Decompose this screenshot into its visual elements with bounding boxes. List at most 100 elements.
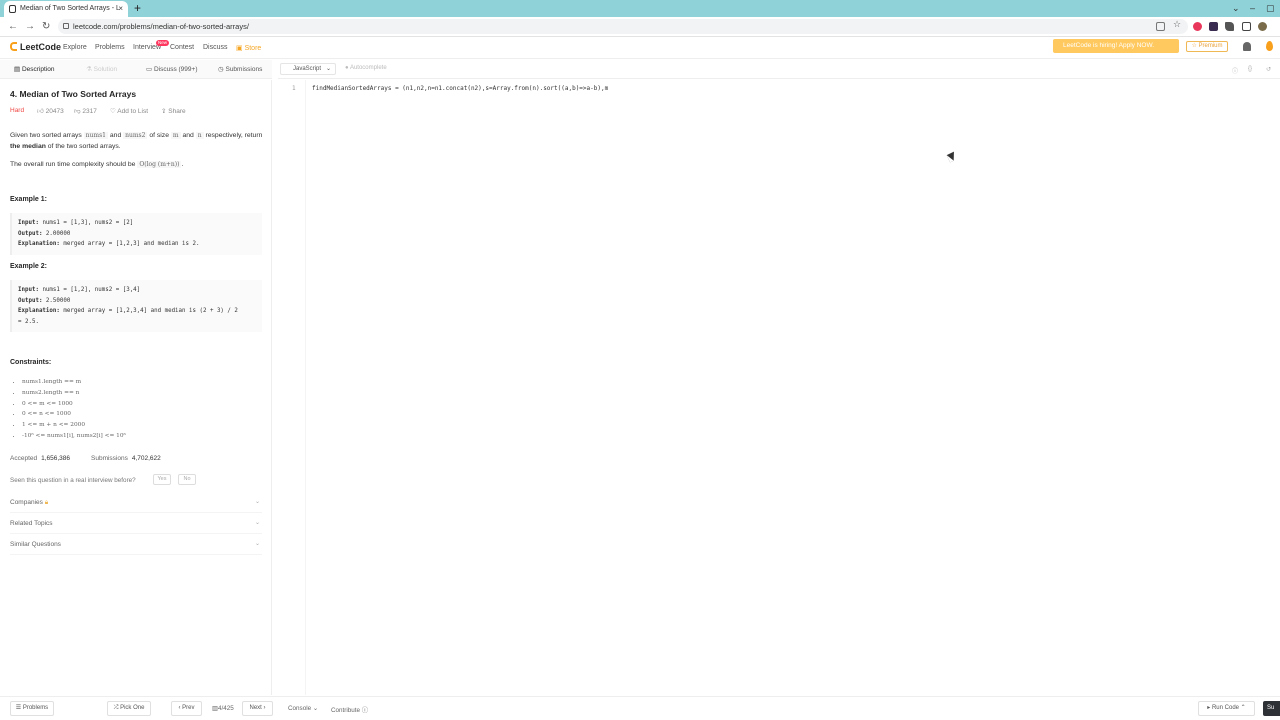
chevron-down-icon: ⌄: [254, 499, 260, 505]
prev-button[interactable]: ‹ Prev: [171, 701, 202, 716]
leetcode-logo-icon: [10, 42, 17, 51]
mouse-cursor-icon: [946, 151, 958, 163]
streak-flame-icon[interactable]: [1266, 41, 1273, 51]
new-tab-button[interactable]: +: [134, 0, 141, 17]
chevron-down-icon: ⌄: [325, 66, 331, 72]
extension-dark-icon[interactable]: [1209, 22, 1218, 31]
chevron-down-icon: ⌄: [311, 705, 319, 712]
back-arrow-icon[interactable]: ←: [8, 19, 18, 35]
tab-close-icon[interactable]: ×: [118, 1, 123, 17]
chevron-up-icon: ⌃: [1239, 705, 1246, 711]
problems-button[interactable]: ☰ Problems: [10, 701, 54, 716]
info-icon[interactable]: ⓘ: [1232, 66, 1238, 75]
extension-red-icon[interactable]: [1193, 22, 1202, 31]
constraints-heading: Constraints:: [10, 359, 52, 366]
tab-solution[interactable]: ⚗ Solution: [86, 65, 117, 73]
chevron-down-icon: ⌄: [254, 520, 260, 526]
nav-store[interactable]: ▣ Store: [236, 44, 261, 52]
nav-problems[interactable]: Problems: [95, 44, 125, 51]
line-number: 1: [292, 85, 296, 92]
autocomplete-toggle[interactable]: ● Autocomplete: [345, 65, 387, 71]
brackets-icon[interactable]: {}: [1248, 66, 1252, 72]
console-toggle[interactable]: Console ⌄: [288, 705, 318, 712]
browser-toolbar: ← → ↻ leetcode.com/problems/median-of-tw…: [0, 17, 1280, 37]
share-button[interactable]: ⇪ Share: [161, 107, 186, 115]
dislike-button[interactable]: 👎︎ 2317: [74, 107, 97, 115]
interview-question-prompt: Seen this question in a real interview b…: [10, 477, 136, 484]
premium-star-icon: ☆: [1191, 43, 1199, 49]
profile-avatar-icon[interactable]: [1258, 22, 1267, 31]
nav-discuss[interactable]: Discuss: [203, 44, 228, 51]
nav-contest[interactable]: Contest: [170, 44, 194, 51]
new-badge: New: [156, 40, 170, 46]
companies-accordion[interactable]: Companies 🔒︎ ⌄: [10, 492, 262, 513]
leetcode-navbar: LeetCode Explore Problems Interview New …: [0, 38, 1280, 59]
chevron-right-icon: ›: [261, 705, 266, 711]
lock-icon: [63, 23, 69, 29]
solution-icon: ⚗: [86, 66, 94, 73]
problem-description-panel: 4. Median of Two Sorted Arrays Hard 👍︎ 2…: [0, 80, 272, 695]
browser-tab[interactable]: Median of Two Sorted Arrays - L ×: [4, 1, 128, 17]
problem-statement: Given two sorted arrays nums1 and nums2 …: [10, 132, 263, 150]
premium-button[interactable]: ☆ Premium: [1186, 41, 1228, 52]
info-icon: ⓘ: [360, 707, 369, 714]
extensions-puzzle-icon[interactable]: [1225, 22, 1234, 31]
line-gutter: 1: [278, 80, 306, 695]
related-topics-accordion[interactable]: Related Topics ⌄: [10, 513, 262, 534]
leetcode-favicon-icon: [9, 5, 16, 13]
no-button[interactable]: No: [178, 474, 196, 485]
problem-title: 4. Median of Two Sorted Arrays: [10, 89, 137, 99]
browser-tab-title: Median of Two Sorted Arrays - L: [20, 5, 120, 12]
constraints-list: nums1.length == m nums2.length == n 0 <=…: [22, 377, 126, 442]
lock-icon: 🔒︎: [44, 499, 49, 506]
constraint-item: 1 <= m + n <= 2000: [22, 420, 126, 431]
tab-discuss[interactable]: ▭ Discuss (999+): [146, 65, 197, 73]
similar-questions-accordion[interactable]: Similar Questions ⌄: [10, 534, 262, 555]
example-1-box: Input: nums1 = [1,3], nums2 = [2] Output…: [10, 213, 262, 255]
code-line[interactable]: findMedianSortedArrays = (n1,n2,n=n1.con…: [312, 85, 608, 92]
bottom-bar: ☰ Problems ⤮ Pick One ‹ Prev ▥4/425 Next…: [0, 696, 1280, 720]
browser-tab-strip: Median of Two Sorted Arrays - L × + ⌄ – …: [0, 0, 1280, 17]
submissions-stat: Submissions 4,702,622: [91, 455, 161, 462]
problem-tabs: ▤ Description ⚗ Solution ▭ Discuss (999+…: [0, 60, 272, 79]
forward-arrow-icon[interactable]: →: [25, 19, 35, 35]
yes-button[interactable]: Yes: [153, 474, 171, 485]
tab-search-icon[interactable]: ⌄: [1232, 0, 1240, 17]
submit-button[interactable]: Su: [1263, 701, 1280, 716]
example-1-heading: Example 1:: [10, 196, 47, 203]
tab-description[interactable]: ▤ Description: [14, 65, 54, 73]
constraint-item: -10⁶ <= nums1[i], nums2[i] <= 10⁶: [22, 431, 126, 442]
hiring-banner-text: LeetCode is hiring! Apply NOW.: [1063, 42, 1155, 49]
list-icon: ☰: [15, 705, 23, 711]
like-button[interactable]: 👍︎ 20473: [37, 107, 64, 115]
example-2-heading: Example 2:: [10, 263, 47, 270]
tab-submissions[interactable]: ◷ Submissions: [218, 65, 262, 73]
next-button[interactable]: Next ›: [242, 701, 273, 716]
constraint-item: nums1.length == m: [22, 377, 126, 388]
maximize-button[interactable]: ▢: [1266, 0, 1275, 17]
accepted-stat: Accepted 1,656,386: [10, 455, 71, 462]
difficulty-badge: Hard: [10, 107, 25, 114]
share-page-icon[interactable]: [1156, 22, 1165, 31]
minimize-button[interactable]: –: [1250, 0, 1255, 17]
notification-bell-icon[interactable]: [1243, 42, 1251, 51]
discuss-icon: ▭: [146, 66, 154, 73]
page-indicator[interactable]: ▥4/425: [212, 705, 234, 712]
constraint-item: nums2.length == n: [22, 388, 126, 399]
run-code-button[interactable]: ▸ Run Code ⌃: [1198, 701, 1255, 716]
language-select[interactable]: JavaScript ⌄: [280, 63, 336, 75]
leetcode-logo[interactable]: LeetCode: [10, 42, 61, 52]
nav-explore[interactable]: Explore: [63, 44, 87, 51]
pick-one-button[interactable]: ⤮ Pick One: [107, 701, 151, 716]
hiring-banner[interactable]: LeetCode is hiring! Apply NOW.: [1053, 39, 1179, 53]
reload-icon[interactable]: ↻: [42, 19, 50, 35]
code-editor[interactable]: 1 findMedianSortedArrays = (n1,n2,n=n1.c…: [278, 80, 1280, 695]
contribute-button[interactable]: Contribute ⓘ: [331, 705, 368, 714]
store-gift-icon: ▣: [236, 45, 245, 52]
side-panel-icon[interactable]: [1242, 22, 1251, 31]
add-to-list-button[interactable]: ♡ Add to List: [110, 107, 148, 115]
reset-icon[interactable]: ↺: [1266, 66, 1271, 73]
constraint-item: 0 <= n <= 1000: [22, 409, 126, 420]
address-bar[interactable]: leetcode.com/problems/median-of-two-sort…: [58, 19, 1188, 34]
bookmark-star-icon[interactable]: ☆: [1173, 19, 1182, 29]
